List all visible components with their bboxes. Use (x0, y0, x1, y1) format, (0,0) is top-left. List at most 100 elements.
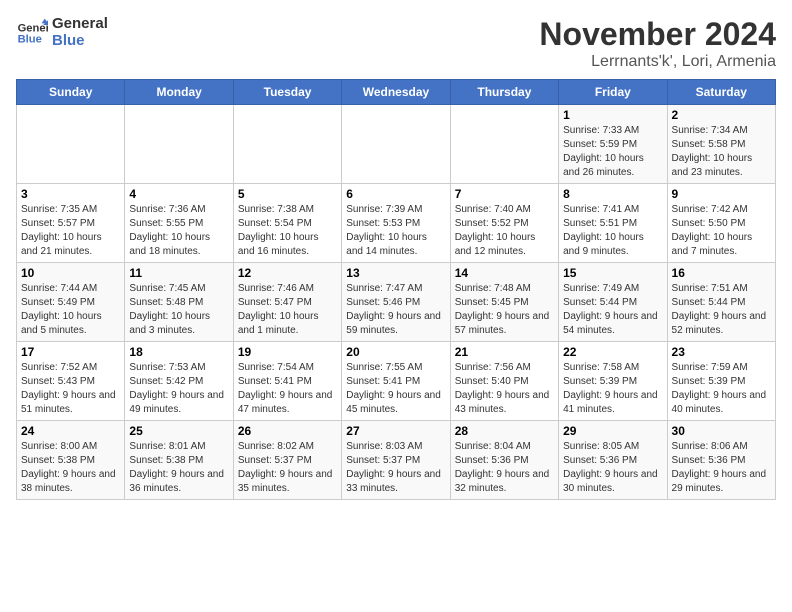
calendar-cell: 25Sunrise: 8:01 AMSunset: 5:38 PMDayligh… (125, 421, 233, 500)
day-number: 18 (129, 345, 228, 359)
weekday-header-tuesday: Tuesday (233, 80, 341, 105)
day-number: 3 (21, 187, 120, 201)
weekday-header-sunday: Sunday (17, 80, 125, 105)
calendar-cell (125, 105, 233, 184)
weekday-header-saturday: Saturday (667, 80, 775, 105)
day-info: Sunrise: 7:35 AMSunset: 5:57 PMDaylight:… (21, 203, 120, 259)
calendar-cell: 23 Sunrise: 7:59 AMSunset: 5:39 PMDayligh… (667, 342, 775, 421)
day-number: 19 (238, 345, 337, 359)
calendar-cell: 16Sunrise: 7:51 AMSunset: 5:44 PMDayligh… (667, 263, 775, 342)
calendar-cell: 17 Sunrise: 7:52 AMSunset: 5:43 PMDayligh… (17, 342, 125, 421)
day-number: 30 (672, 424, 771, 438)
day-number: 21 (455, 345, 554, 359)
day-number: 17 (21, 345, 120, 359)
calendar-cell: 22 Sunrise: 7:58 AMSunset: 5:39 PMDayligh… (559, 342, 667, 421)
day-number: 20 (346, 345, 445, 359)
day-info: Sunrise: 7:39 AMSunset: 5:53 PMDaylight:… (346, 203, 445, 259)
day-info: Sunrise: 7:40 AMSunset: 5:52 PMDaylight:… (455, 203, 554, 259)
day-info: Sunrise: 7:47 AMSunset: 5:46 PMDaylight:… (346, 282, 445, 338)
calendar-cell: 10Sunrise: 7:44 AMSunset: 5:49 PMDayligh… (17, 263, 125, 342)
day-info: Sunrise: 7:48 AMSunset: 5:45 PMDaylight:… (455, 282, 554, 338)
day-number: 12 (238, 266, 337, 280)
calendar-cell: 20 Sunrise: 7:55 AMSunset: 5:41 PMDayligh… (342, 342, 450, 421)
day-info: Sunrise: 7:38 AMSunset: 5:54 PMDaylight:… (238, 203, 337, 259)
calendar-cell: 3 Sunrise: 7:35 AMSunset: 5:57 PMDaylight… (17, 184, 125, 263)
calendar-cell (342, 105, 450, 184)
day-info: Sunrise: 7:36 AMSunset: 5:55 PMDaylight:… (129, 203, 228, 259)
day-number: 10 (21, 266, 120, 280)
calendar-week-3: 10Sunrise: 7:44 AMSunset: 5:49 PMDayligh… (17, 263, 776, 342)
calendar-cell (233, 105, 341, 184)
day-number: 28 (455, 424, 554, 438)
day-number: 13 (346, 266, 445, 280)
day-info: Sunrise: 7:56 AMSunset: 5:40 PMDaylight:… (455, 361, 554, 417)
calendar-cell: 15 Sunrise: 7:49 AMSunset: 5:44 PMDayligh… (559, 263, 667, 342)
calendar-cell: 30 Sunrise: 8:06 AMSunset: 5:36 PMDayligh… (667, 421, 775, 500)
weekday-header-friday: Friday (559, 80, 667, 105)
calendar-cell (450, 105, 558, 184)
day-number: 2 (672, 108, 771, 122)
calendar-subtitle: Lerrnants'k', Lori, Armenia (539, 53, 776, 71)
day-info: Sunrise: 7:33 AMSunset: 5:59 PMDaylight:… (563, 124, 662, 180)
calendar-cell: 9Sunrise: 7:42 AMSunset: 5:50 PMDaylight… (667, 184, 775, 263)
day-info: Sunrise: 8:06 AMSunset: 5:36 PMDaylight:… (672, 440, 771, 496)
day-info: Sunrise: 7:55 AMSunset: 5:41 PMDaylight:… (346, 361, 445, 417)
calendar-cell: 11 Sunrise: 7:45 AMSunset: 5:48 PMDayligh… (125, 263, 233, 342)
calendar-body: 1 Sunrise: 7:33 AMSunset: 5:59 PMDaylight… (17, 105, 776, 500)
day-info: Sunrise: 8:05 AMSunset: 5:36 PMDaylight:… (563, 440, 662, 496)
day-info: Sunrise: 7:52 AMSunset: 5:43 PMDaylight:… (21, 361, 120, 417)
day-number: 11 (129, 266, 228, 280)
calendar-week-2: 3 Sunrise: 7:35 AMSunset: 5:57 PMDaylight… (17, 184, 776, 263)
svg-text:Blue: Blue (18, 33, 42, 45)
day-info: Sunrise: 8:03 AMSunset: 5:37 PMDaylight:… (346, 440, 445, 496)
calendar-cell: 26 Sunrise: 8:02 AMSunset: 5:37 PMDayligh… (233, 421, 341, 500)
header: General Blue General Blue November 2024 … (16, 16, 776, 71)
day-info: Sunrise: 7:41 AMSunset: 5:51 PMDaylight:… (563, 203, 662, 259)
logo: General Blue General Blue (16, 16, 108, 49)
day-number: 8 (563, 187, 662, 201)
day-number: 24 (21, 424, 120, 438)
day-info: Sunrise: 7:53 AMSunset: 5:42 PMDaylight:… (129, 361, 228, 417)
weekday-header-monday: Monday (125, 80, 233, 105)
day-info: Sunrise: 8:04 AMSunset: 5:36 PMDaylight:… (455, 440, 554, 496)
day-number: 22 (563, 345, 662, 359)
calendar-cell: 8 Sunrise: 7:41 AMSunset: 5:51 PMDaylight… (559, 184, 667, 263)
day-number: 5 (238, 187, 337, 201)
logo-icon: General Blue (16, 17, 48, 49)
day-number: 26 (238, 424, 337, 438)
calendar-cell: 4 Sunrise: 7:36 AMSunset: 5:55 PMDaylight… (125, 184, 233, 263)
calendar-title: November 2024 (539, 16, 776, 53)
weekday-header-row: SundayMondayTuesdayWednesdayThursdayFrid… (17, 80, 776, 105)
day-info: Sunrise: 7:34 AMSunset: 5:58 PMDaylight:… (672, 124, 771, 180)
day-info: Sunrise: 7:49 AMSunset: 5:44 PMDaylight:… (563, 282, 662, 338)
calendar-week-1: 1 Sunrise: 7:33 AMSunset: 5:59 PMDaylight… (17, 105, 776, 184)
day-info: Sunrise: 8:02 AMSunset: 5:37 PMDaylight:… (238, 440, 337, 496)
calendar-cell: 13 Sunrise: 7:47 AMSunset: 5:46 PMDayligh… (342, 263, 450, 342)
day-number: 15 (563, 266, 662, 280)
day-number: 4 (129, 187, 228, 201)
calendar-cell: 21 Sunrise: 7:56 AMSunset: 5:40 PMDayligh… (450, 342, 558, 421)
calendar-header: SundayMondayTuesdayWednesdayThursdayFrid… (17, 80, 776, 105)
calendar-cell: 18 Sunrise: 7:53 AMSunset: 5:42 PMDayligh… (125, 342, 233, 421)
calendar-cell: 7 Sunrise: 7:40 AMSunset: 5:52 PMDaylight… (450, 184, 558, 263)
calendar-cell: 27 Sunrise: 8:03 AMSunset: 5:37 PMDayligh… (342, 421, 450, 500)
calendar-table: SundayMondayTuesdayWednesdayThursdayFrid… (16, 79, 776, 500)
day-info: Sunrise: 7:54 AMSunset: 5:41 PMDaylight:… (238, 361, 337, 417)
calendar-cell: 14Sunrise: 7:48 AMSunset: 5:45 PMDayligh… (450, 263, 558, 342)
calendar-cell (17, 105, 125, 184)
weekday-header-thursday: Thursday (450, 80, 558, 105)
day-info: Sunrise: 7:58 AMSunset: 5:39 PMDaylight:… (563, 361, 662, 417)
day-number: 23 (672, 345, 771, 359)
day-info: Sunrise: 7:51 AMSunset: 5:44 PMDaylight:… (672, 282, 771, 338)
calendar-cell: 12Sunrise: 7:46 AMSunset: 5:47 PMDayligh… (233, 263, 341, 342)
day-number: 7 (455, 187, 554, 201)
calendar-week-5: 24 Sunrise: 8:00 AMSunset: 5:38 PMDayligh… (17, 421, 776, 500)
weekday-header-wednesday: Wednesday (342, 80, 450, 105)
day-number: 6 (346, 187, 445, 201)
day-number: 27 (346, 424, 445, 438)
day-info: Sunrise: 8:00 AMSunset: 5:38 PMDaylight:… (21, 440, 120, 496)
day-info: Sunrise: 7:59 AMSunset: 5:39 PMDaylight:… (672, 361, 771, 417)
day-info: Sunrise: 7:45 AMSunset: 5:48 PMDaylight:… (129, 282, 228, 338)
day-number: 1 (563, 108, 662, 122)
day-number: 9 (672, 187, 771, 201)
